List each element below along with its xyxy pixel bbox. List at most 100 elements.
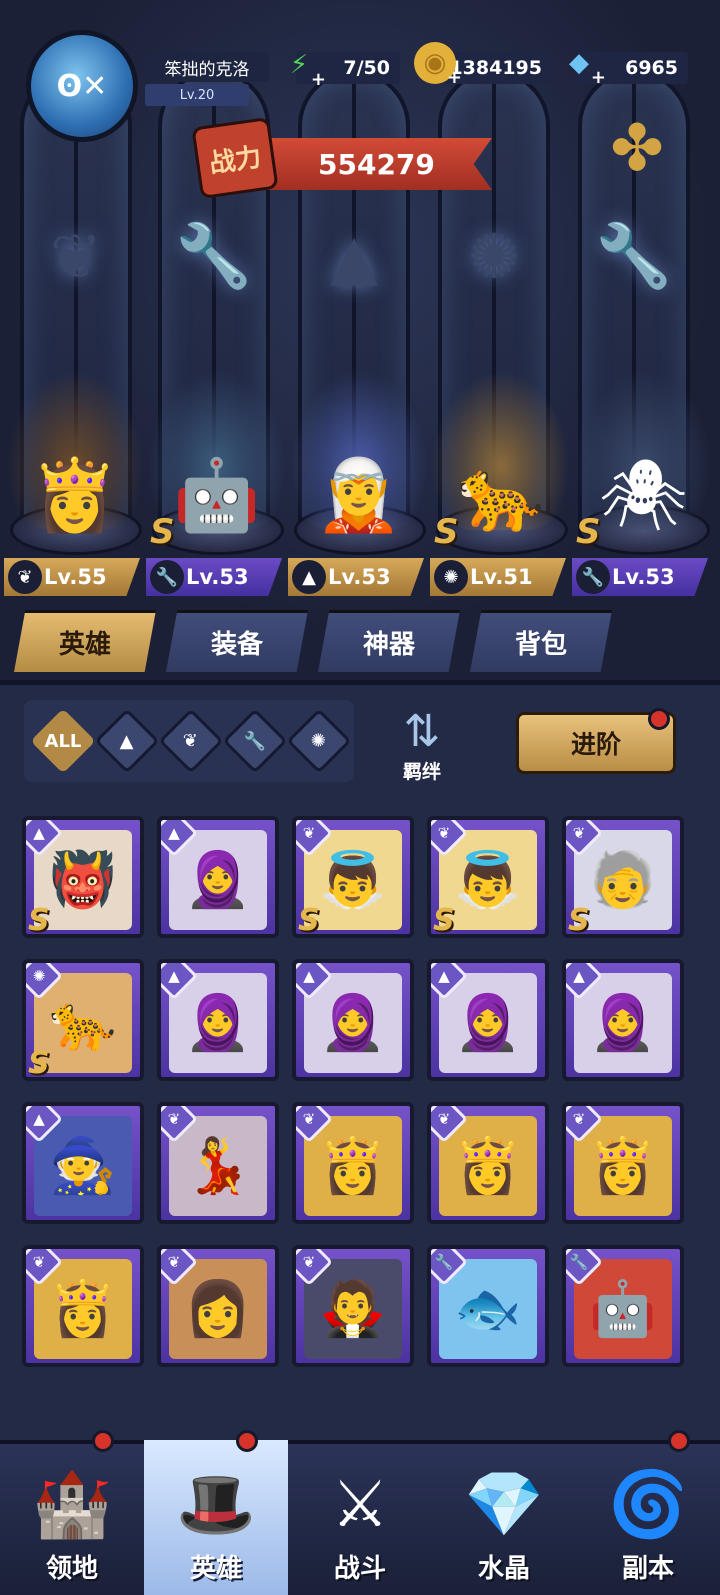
hero-card[interactable]: 🧓 ❦ S — [562, 816, 684, 938]
nav-territory-icon: 🏰 — [32, 1468, 112, 1542]
wing-icon: ❦ — [183, 730, 199, 752]
nav-territory[interactable]: 🏰 领地 — [0, 1440, 144, 1595]
hero-portrait: 👸 — [31, 454, 119, 536]
hero-level: Lv.55 — [44, 565, 107, 589]
beast-icon: ✺ — [434, 560, 468, 594]
hero-card[interactable]: 👸 ❦ — [427, 1102, 549, 1224]
hero-card[interactable]: 🐆 ✺ S — [22, 959, 144, 1081]
hero-card[interactable]: 👸 ❦ — [562, 1102, 684, 1224]
s-rank-badge: S — [434, 512, 459, 552]
hero-level-tag: ❦ Lv.55 — [4, 558, 140, 596]
wrench-icon: 🔧 — [569, 1253, 589, 1271]
s-rank-badge: S — [28, 1046, 50, 1081]
hero-card[interactable]: 🐟 🔧 — [427, 1245, 549, 1367]
hero-card[interactable]: 🧕 ▲ — [427, 959, 549, 1081]
menu-pinwheel-icon[interactable]: ✤ — [598, 110, 676, 188]
gold-value: 1384195 — [449, 57, 542, 79]
nav-crystal-icon: 💎 — [464, 1468, 544, 1542]
s-rank-badge: S — [433, 903, 455, 938]
team-hero-4[interactable]: 🐆 — [432, 370, 570, 530]
power-value: 554279 — [318, 147, 435, 181]
player-name: 笨拙的克洛 — [145, 52, 269, 82]
wing-icon: ❦ — [437, 1110, 451, 1128]
tab-1[interactable]: 装备 — [166, 610, 308, 672]
wing-icon: ❦ — [437, 824, 451, 842]
hero-level: Lv.53 — [186, 565, 249, 589]
wrench-icon: 🔧 — [243, 730, 267, 752]
hero-card[interactable]: 🧕 ▲ — [157, 816, 279, 938]
hat-icon: ▲ — [438, 967, 450, 985]
nav-heroes-icon: 🎩 — [176, 1468, 256, 1542]
team-hero-2[interactable]: 🤖 — [148, 370, 286, 530]
hat-icon: ▲ — [573, 967, 585, 985]
hero-grid: 👹 ▲ S 🧕 ▲ 👼 ❦ S 👼 ❦ S 🧓 ❦ S 🐆 ✺ S 🧕 ▲ 🧕 ▲ 🧕 ▲ 🧕 ▲ 🧙 ▲ 💃 ❦ 👸 ❦ 👸 ❦ 👸 ❦ 👸 ❦ 👩 ❦ 🧛… — [18, 796, 702, 1436]
nav-label: 英雄 — [189, 1554, 242, 1584]
wrench-icon: 🔧 — [595, 219, 673, 292]
hero-level-tag: 🔧 Lv.53 — [146, 558, 282, 596]
hero-level: Lv.51 — [470, 565, 533, 589]
nav-label: 副本 — [621, 1554, 674, 1584]
player-level: Lv.20 — [145, 84, 249, 106]
hero-card[interactable]: 👩 ❦ — [157, 1245, 279, 1367]
hat-icon: ▲ — [33, 1110, 45, 1128]
hero-card[interactable]: 👸 ❦ — [292, 1102, 414, 1224]
wing-icon: ❦ — [32, 1253, 46, 1271]
tab-0[interactable]: 英雄 — [14, 610, 156, 672]
team-hero-1[interactable]: 👸 — [6, 370, 144, 530]
tab-2[interactable]: 神器 — [318, 610, 460, 672]
nav-crystal[interactable]: 💎 水晶 — [432, 1440, 576, 1595]
beast-icon: ✺ — [311, 730, 327, 752]
s-rank-badge: S — [568, 903, 590, 938]
bond-button[interactable]: ⇅ 羁绊 — [362, 694, 482, 784]
hero-card[interactable]: 👼 ❦ S — [427, 816, 549, 938]
nav-label: 战斗 — [333, 1554, 386, 1584]
hero-portrait: 🧝 — [315, 454, 403, 536]
hero-card[interactable]: 👼 ❦ S — [292, 816, 414, 938]
wing-icon: ❦ — [572, 1110, 586, 1128]
hat-icon: ▲ — [330, 219, 378, 293]
hero-card[interactable]: 🧕 ▲ — [292, 959, 414, 1081]
hero-card[interactable]: 👸 ❦ — [22, 1245, 144, 1367]
team-hero-3[interactable]: 🧝 — [290, 370, 428, 530]
hat-icon: ▲ — [168, 824, 180, 842]
hero-card[interactable]: 🧙 ▲ — [22, 1102, 144, 1224]
s-rank-badge: S — [150, 512, 175, 552]
notification-dot — [92, 1430, 114, 1452]
hero-card[interactable]: 🧛 ❦ — [292, 1245, 414, 1367]
beast-icon: ✺ — [32, 967, 46, 985]
hero-card[interactable]: 🧕 ▲ — [157, 959, 279, 1081]
nav-battle[interactable]: ⚔ 战斗 — [288, 1440, 432, 1595]
game-screen: { "player": {"name": "笨拙的克洛", "level": "… — [0, 0, 720, 1595]
gold-coin-icon[interactable]: ◉ + — [414, 42, 462, 88]
hat-icon: ▲ — [292, 560, 326, 594]
s-rank-badge: S — [298, 903, 320, 938]
team-hero-5[interactable]: 🕷 — [574, 370, 712, 530]
diamond-icon[interactable]: ◆ + — [558, 42, 606, 88]
plus-icon: + — [310, 69, 326, 90]
notification-dot — [236, 1430, 258, 1452]
hero-card[interactable]: 🧕 ▲ — [562, 959, 684, 1081]
nav-label: 领地 — [45, 1554, 98, 1584]
hero-card[interactable]: 👹 ▲ S — [22, 816, 144, 938]
nav-heroes[interactable]: 🎩 英雄 — [144, 1440, 288, 1595]
nav-label: 水晶 — [477, 1554, 530, 1584]
hero-card[interactable]: 💃 ❦ — [157, 1102, 279, 1224]
wing-icon: ❦ — [302, 1253, 316, 1271]
hero-level-tag: 🔧 Lv.53 — [572, 558, 708, 596]
wing-icon: ❦ — [50, 219, 102, 293]
s-rank-badge: S — [28, 903, 50, 938]
s-rank-badge: S — [576, 512, 601, 552]
energy-icon[interactable]: ⚡ + — [278, 44, 326, 90]
wrench-icon: 🔧 — [576, 560, 610, 594]
player-avatar[interactable]: ʘ✕ — [26, 30, 138, 142]
wing-icon: ❦ — [572, 824, 586, 842]
nav-dungeon-icon: 🌀 — [608, 1468, 688, 1542]
tab-3[interactable]: 背包 — [470, 610, 612, 672]
hero-card[interactable]: 🤖 🔧 — [562, 1245, 684, 1367]
plus-icon: + — [446, 67, 462, 88]
nav-dungeon[interactable]: 🌀 副本 — [576, 1440, 720, 1595]
hero-portrait: 🤖 — [173, 454, 261, 536]
wrench-icon: 🔧 — [175, 219, 253, 292]
wing-icon: ❦ — [8, 560, 42, 594]
bond-label: 羁绊 — [402, 761, 441, 783]
